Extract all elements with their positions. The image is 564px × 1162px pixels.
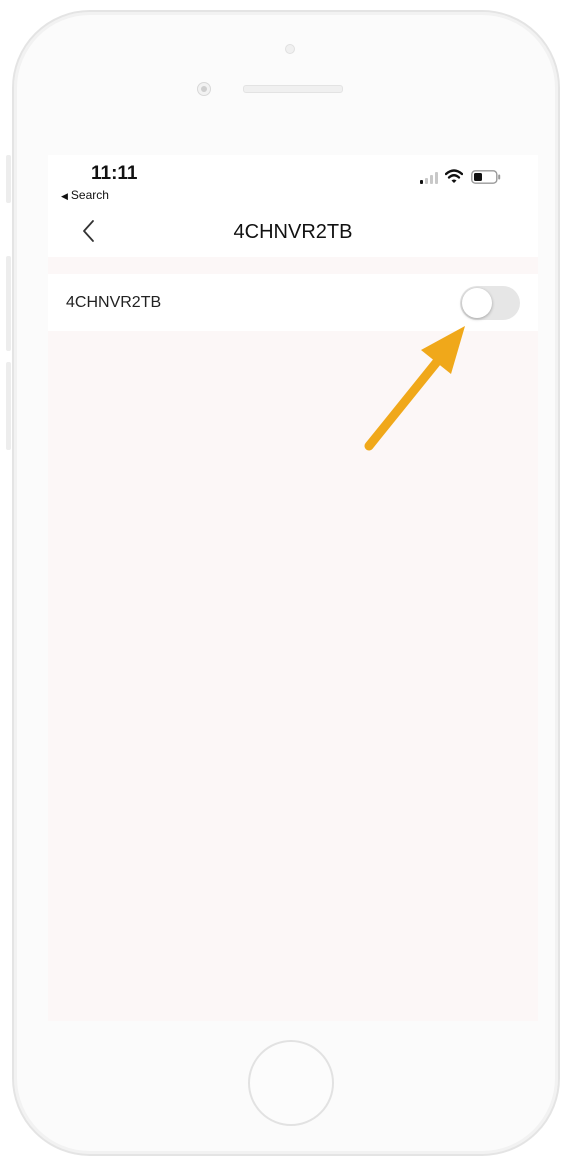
home-button[interactable] — [248, 1040, 334, 1126]
volume-up-button — [6, 256, 11, 351]
signal-icon — [420, 172, 438, 184]
back-triangle-icon: ◀ — [61, 191, 68, 201]
wifi-icon — [445, 169, 463, 183]
battery-icon — [471, 170, 501, 184]
front-camera — [197, 82, 211, 96]
mute-switch — [6, 155, 11, 203]
list-item-label: 4CHNVR2TB — [66, 294, 162, 311]
earpiece-speaker — [243, 85, 343, 93]
proximity-sensor — [285, 44, 295, 54]
back-to-app-label: Search — [70, 188, 109, 202]
back-to-app-link[interactable]: ◀ Search — [61, 188, 109, 202]
screen: 11:11 ◀ Search 4CHNVR2TB 4CHNVR2TB — [48, 155, 538, 1021]
status-time: 11:11 — [91, 163, 138, 184]
status-bar: 11:11 ◀ Search — [48, 155, 538, 207]
toggle-knob — [462, 288, 492, 318]
navigation-bar: 4CHNVR2TB — [48, 207, 538, 257]
page-title: 4CHNVR2TB — [233, 221, 353, 243]
content-area: 4CHNVR2TB — [48, 257, 538, 1021]
device-toggle-switch[interactable] — [460, 286, 520, 320]
volume-down-button — [6, 362, 11, 450]
list-item: 4CHNVR2TB — [48, 274, 538, 331]
